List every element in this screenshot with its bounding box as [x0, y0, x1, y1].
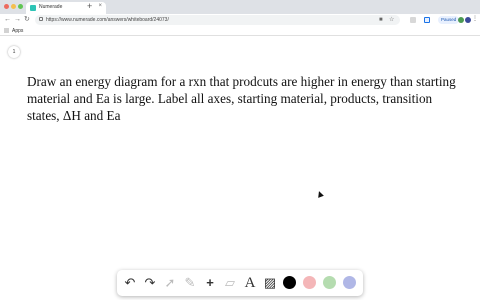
forward-icon[interactable]: →	[14, 15, 21, 24]
browser-menu-icon[interactable]: ⋮	[472, 15, 478, 24]
pen-icon[interactable]: ✎	[182, 275, 198, 291]
browser-toolbar: ← → ↻ https://www.numerade.com/answers/w…	[0, 14, 480, 26]
window-close-button[interactable]	[4, 4, 9, 9]
redo-icon[interactable]: ↷	[142, 275, 158, 291]
color-swatch-black[interactable]	[283, 276, 296, 289]
browser-tab-numerade[interactable]: Numerade ×	[26, 2, 106, 14]
mouse-cursor-icon	[316, 190, 324, 198]
image-icon[interactable]: ▨	[262, 275, 278, 291]
question-text: Draw an energy diagram for a rxn that pr…	[27, 74, 456, 123]
browser-tab-bar: Numerade × +	[0, 0, 480, 14]
apps-grid-icon[interactable]	[4, 28, 9, 33]
undo-icon[interactable]: ↶	[122, 275, 138, 291]
tab-title: Numerade	[39, 4, 63, 10]
text-tool-icon[interactable]: A	[242, 275, 258, 291]
cast-icon[interactable]	[424, 17, 430, 23]
bookmarks-bar: Apps	[0, 26, 480, 36]
profile-status-badge[interactable]: Paused	[438, 16, 460, 24]
color-swatch-pink[interactable]	[303, 276, 316, 289]
eraser-icon[interactable]: ▱	[222, 275, 238, 291]
camera-icon[interactable]: ■	[379, 16, 383, 24]
color-swatch-green[interactable]	[323, 276, 336, 289]
whiteboard-canvas[interactable]: 1 Draw an energy diagram for a rxn that …	[0, 37, 480, 300]
select-pointer-icon[interactable]: ➚	[162, 275, 178, 291]
url-text[interactable]: https://www.numerade.com/answers/whitebo…	[46, 17, 169, 23]
tab-close-icon[interactable]: ×	[98, 3, 102, 9]
window-maximize-button[interactable]	[18, 4, 23, 9]
window-minimize-button[interactable]	[11, 4, 16, 9]
back-icon[interactable]: ←	[4, 15, 11, 24]
reload-icon[interactable]: ↻	[24, 15, 30, 24]
whiteboard-toolbar: ↶ ↷ ➚ ✎ + ▱ A ▨	[117, 270, 363, 296]
bookmark-star-icon[interactable]: ☆	[389, 16, 394, 24]
new-tab-button[interactable]: +	[87, 1, 92, 11]
address-bar[interactable]: https://www.numerade.com/answers/whitebo…	[35, 15, 400, 25]
account-avatar[interactable]	[465, 17, 471, 23]
color-swatch-blue[interactable]	[343, 276, 356, 289]
add-icon[interactable]: +	[202, 275, 218, 291]
lock-icon	[39, 17, 43, 21]
avatar[interactable]	[458, 17, 464, 23]
bookmark-apps[interactable]: Apps	[12, 28, 23, 34]
extension-icon[interactable]	[410, 17, 416, 23]
numerade-favicon-icon	[30, 5, 36, 11]
page-number-badge[interactable]: 1	[8, 46, 20, 58]
